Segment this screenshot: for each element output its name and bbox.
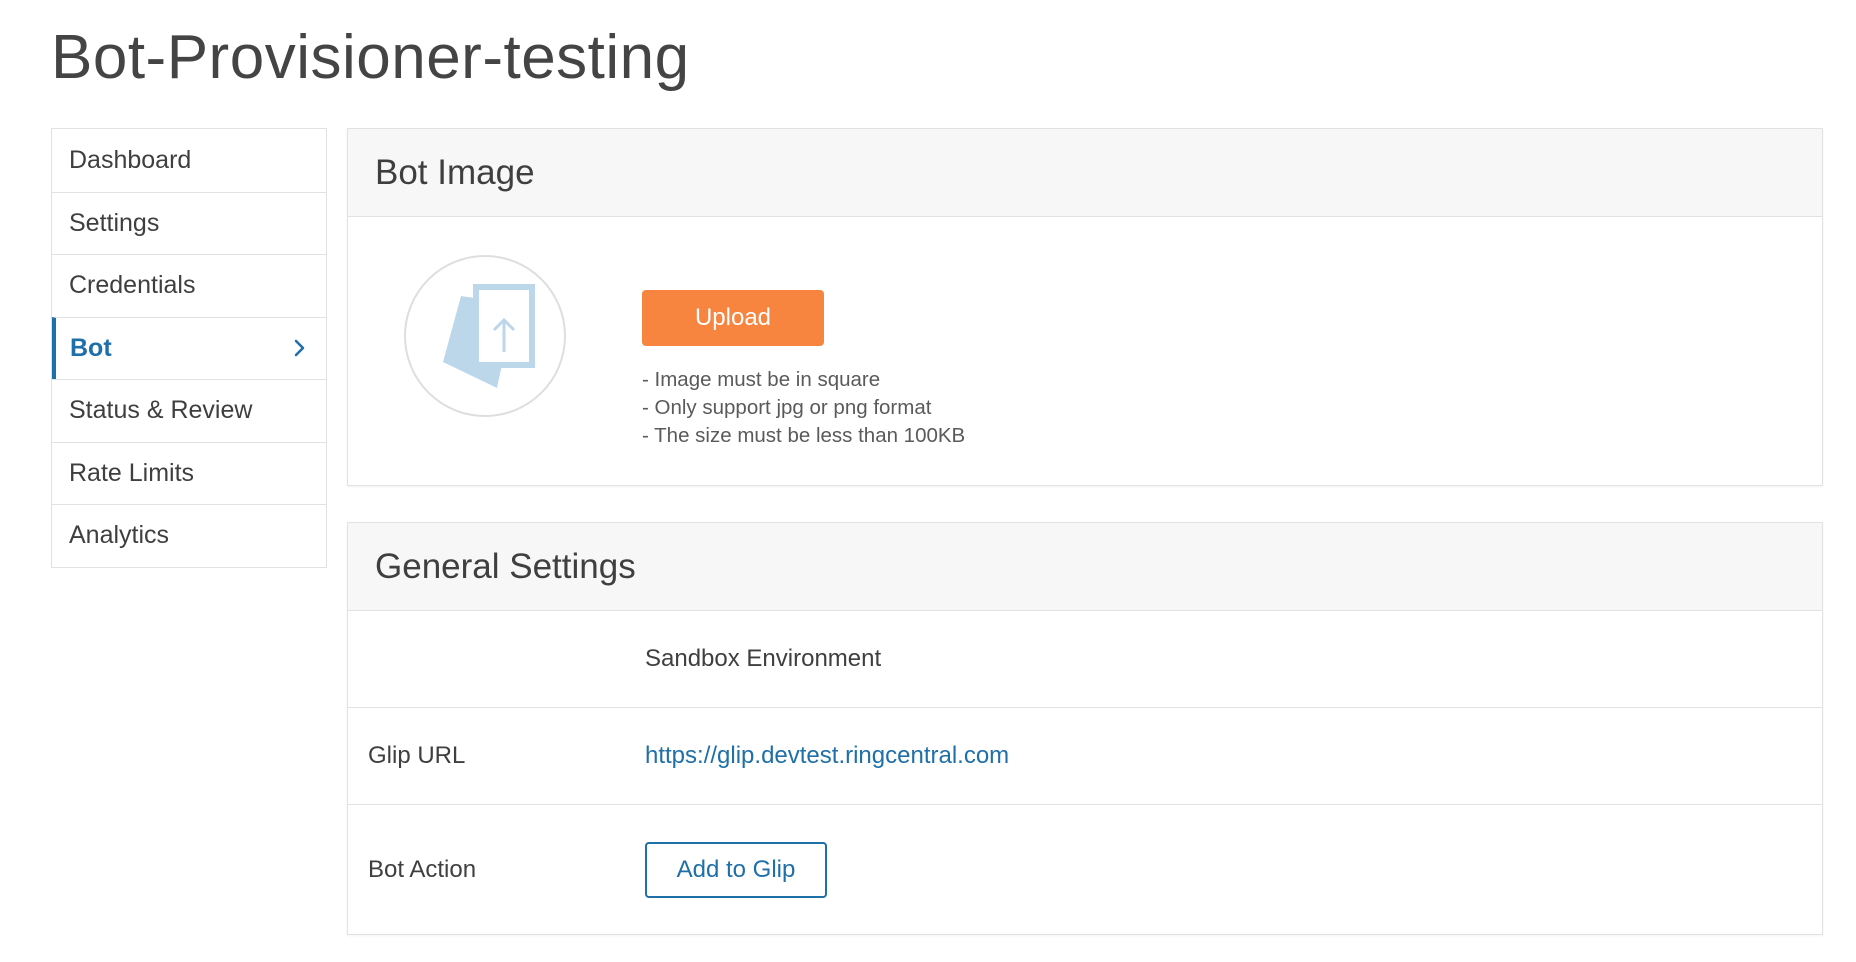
bot-action-row: Bot Action Add to Glip [348,805,1822,935]
sidebar-item-label: Analytics [69,521,170,550]
bot-image-panel: Bot Image Upload - Image must be in squa… [347,128,1823,486]
sidebar-item-label: Settings [69,208,160,237]
image-requirement: - The size must be less than 100KB [642,424,966,447]
sidebar-item-label: Dashboard [69,145,192,174]
sidebar-item-label: Bot [70,333,112,362]
sidebar-item-label: Status & Review [69,396,253,425]
sidebar-item-settings[interactable]: Settings [52,191,326,255]
bot-image-panel-title: Bot Image [348,129,1822,217]
bot-action-label: Bot Action [368,856,477,883]
page-title: Bot-Provisioner-testing [51,23,690,92]
image-upload-icon [404,255,566,417]
sidebar-item-rate-limits[interactable]: Rate Limits [52,441,326,505]
sidebar-item-bot[interactable]: Bot [52,316,326,379]
glip-url-row: Glip URL https://glip.devtest.ringcentra… [348,708,1822,805]
environment-row: Sandbox Environment [348,611,1822,708]
sidebar-nav: Dashboard Settings Credentials Bot Statu… [51,128,327,568]
image-requirement: - Image must be in square [642,368,881,391]
glip-url-link[interactable]: https://glip.devtest.ringcentral.com [645,742,1009,770]
image-requirement: - Only support jpg or png format [642,396,932,419]
image-requirements: - Image must be in square - Only support… [642,366,965,450]
sidebar-item-label: Rate Limits [69,458,195,487]
sidebar-item-analytics[interactable]: Analytics [52,504,326,567]
environment-heading: Sandbox Environment [645,645,882,672]
sidebar-item-label: Credentials [69,271,196,300]
glip-url-label: Glip URL [368,742,466,769]
add-to-glip-button[interactable]: Add to Glip [645,842,827,898]
sidebar-item-status-review[interactable]: Status & Review [52,379,326,442]
sidebar-item-dashboard[interactable]: Dashboard [52,129,326,192]
general-settings-panel-title: General Settings [348,523,1822,611]
upload-button[interactable]: Upload [642,290,824,346]
chevron-right-icon [294,340,305,357]
sidebar-item-credentials[interactable]: Credentials [52,254,326,317]
general-settings-panel: General Settings Sandbox Environment Gli… [347,522,1823,935]
